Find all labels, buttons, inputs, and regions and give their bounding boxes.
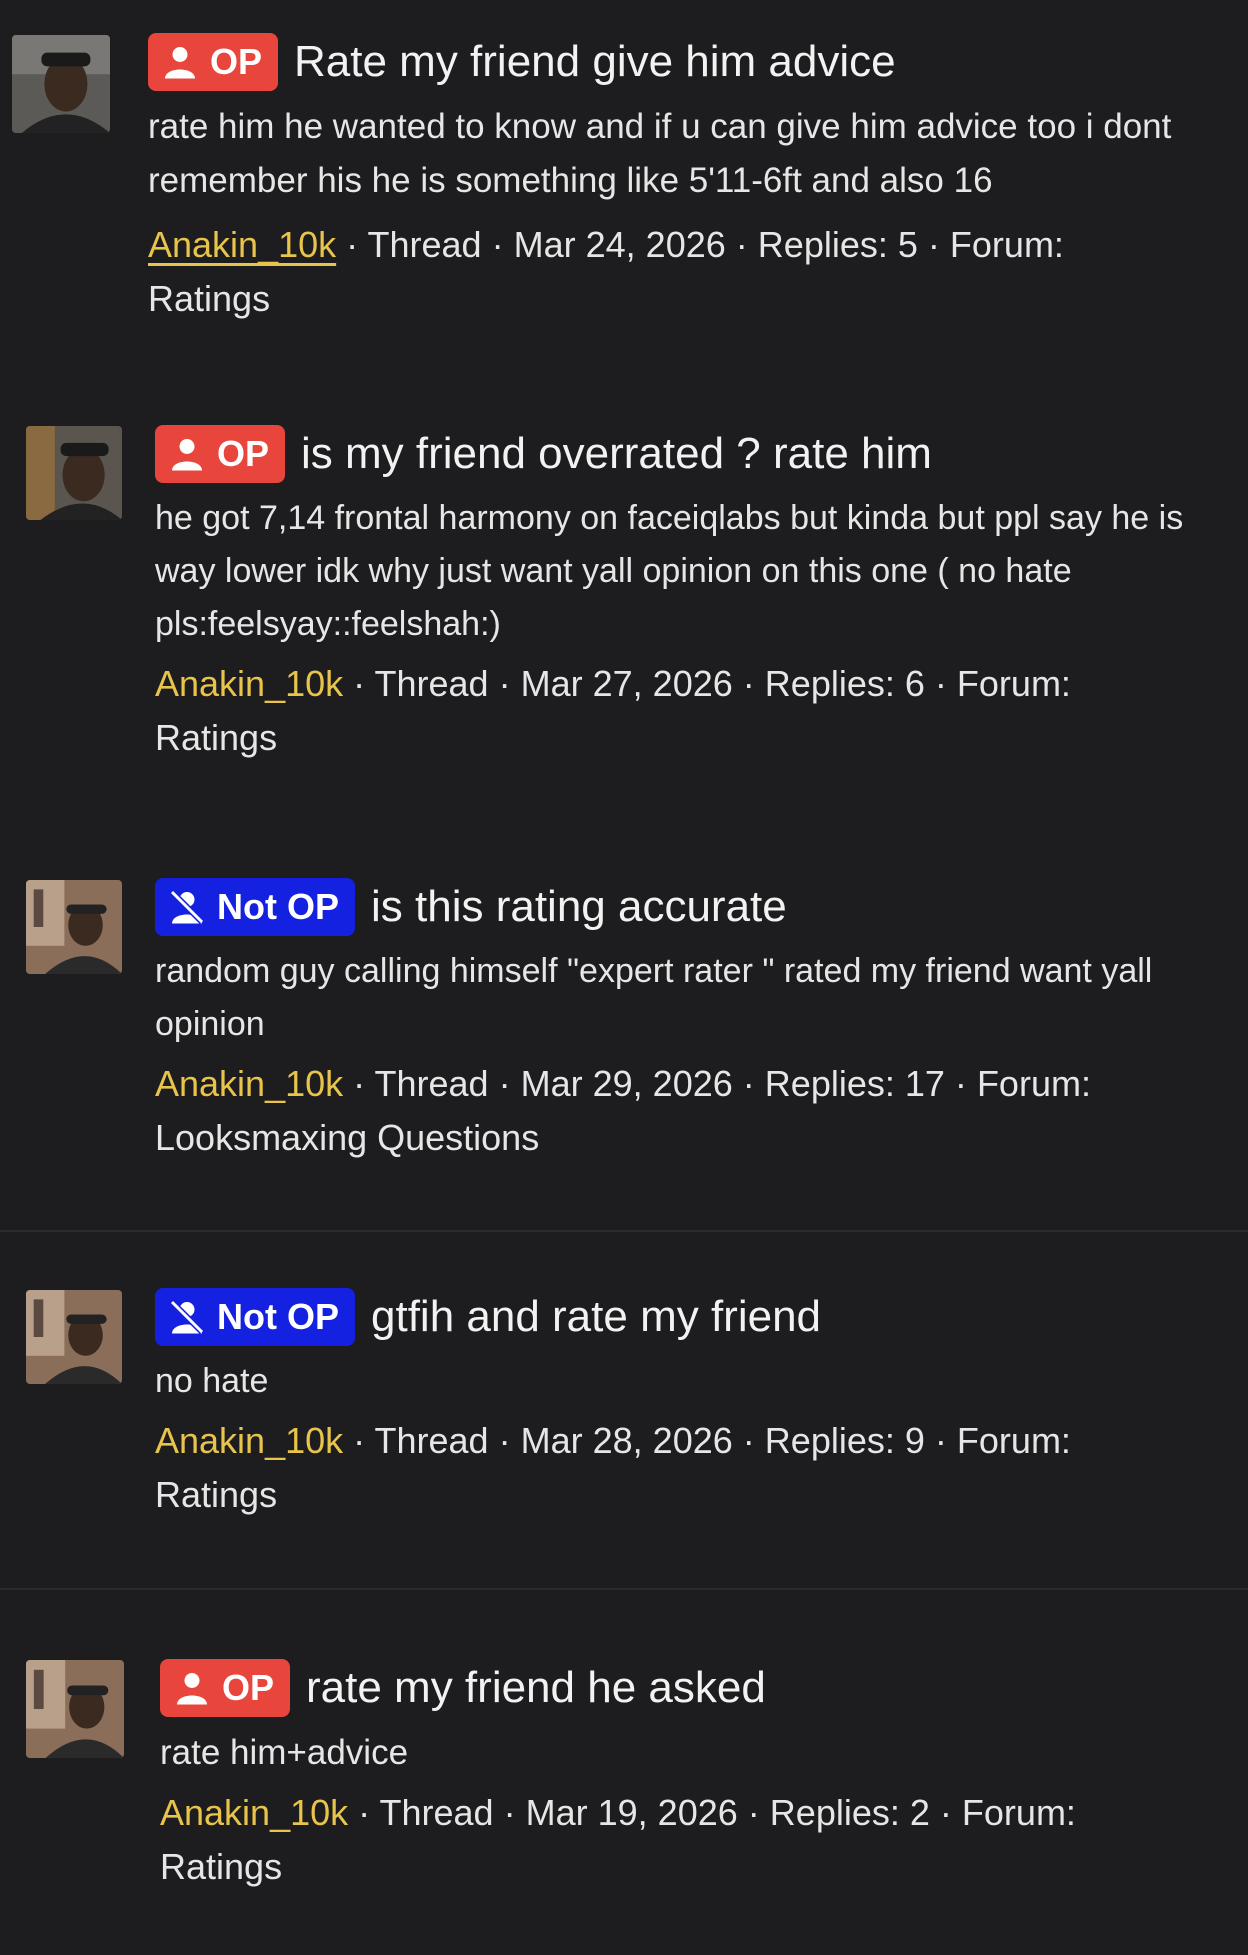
thread-meta: Anakin_10k · Thread · Mar 28, 2026 · Rep…: [155, 1414, 1195, 1522]
thread-item[interactable]: Not OP is this rating accurate random gu…: [0, 855, 1248, 1225]
thread-date: Mar 29, 2026: [520, 1063, 733, 1104]
thread-snippet: no hate: [155, 1362, 269, 1400]
separator: ·: [491, 224, 504, 265]
op-badge: OP: [155, 425, 286, 483]
separator: ·: [498, 1420, 511, 1461]
forum-label: Forum:: [956, 663, 1071, 704]
replies-count: Replies: 17: [764, 1063, 945, 1104]
user-icon: [169, 436, 205, 472]
thread-type: Thread: [374, 1420, 489, 1461]
thread-meta: Anakin_10k · Thread · Mar 29, 2026 · Rep…: [155, 1057, 1215, 1165]
avatar[interactable]: [26, 880, 122, 974]
avatar[interactable]: [26, 1660, 124, 1758]
thread-title[interactable]: Rate my friend give him advice: [294, 37, 896, 87]
author-link[interactable]: Anakin_10k: [160, 1792, 348, 1833]
thread-type: Thread: [374, 663, 489, 704]
replies-count: Replies: 5: [757, 224, 918, 265]
replies-count: Replies: 6: [764, 663, 925, 704]
forum-label: Forum:: [956, 1420, 1071, 1461]
thread-snippet: he got 7,14 frontal harmony on faceiqlab…: [155, 499, 1193, 643]
thread-item[interactable]: OP rate my friend he asked rate him+advi…: [0, 1630, 1248, 1955]
separator: ·: [498, 663, 511, 704]
forum-label: Forum:: [949, 224, 1064, 265]
thread-date: Mar 28, 2026: [520, 1420, 733, 1461]
forum-label: Forum:: [961, 1792, 1076, 1833]
divider: [0, 1230, 1248, 1232]
separator: ·: [934, 663, 947, 704]
thread-snippet: rate him he wanted to know and if u can …: [148, 107, 1182, 200]
op-badge: OP: [148, 33, 279, 91]
thread-snippet: random guy calling himself "expert rater…: [155, 952, 1162, 1043]
separator: ·: [954, 1063, 967, 1104]
thread-type: Thread: [367, 224, 482, 265]
separator: ·: [503, 1792, 516, 1833]
forum-name[interactable]: Ratings: [160, 1846, 282, 1887]
user-slash-icon: [169, 889, 205, 925]
badge-label: Not OP: [217, 1296, 339, 1337]
user-icon: [174, 1670, 210, 1706]
avatar[interactable]: [26, 426, 122, 520]
thread-meta: Anakin_10k · Thread · Mar 24, 2026 · Rep…: [148, 218, 1208, 326]
thread-date: Mar 27, 2026: [520, 663, 733, 704]
thread-snippet: rate him+advice: [160, 1733, 409, 1772]
separator: ·: [358, 1792, 371, 1833]
op-badge: OP: [160, 1659, 291, 1717]
not-op-badge: Not OP: [155, 878, 355, 936]
separator: ·: [498, 1063, 511, 1104]
separator: ·: [742, 1063, 755, 1104]
badge-label: Not OP: [217, 886, 339, 927]
author-link[interactable]: Anakin_10k: [155, 1063, 343, 1104]
thread-date: Mar 19, 2026: [525, 1792, 738, 1833]
thread-date: Mar 24, 2026: [513, 224, 726, 265]
forum-name[interactable]: Looksmaxing Questions: [155, 1117, 539, 1158]
user-icon: [162, 44, 198, 80]
author-link[interactable]: Anakin_10k: [155, 663, 343, 704]
forum-name[interactable]: Ratings: [155, 717, 277, 758]
separator: ·: [353, 663, 366, 704]
badge-label: OP: [217, 433, 270, 474]
thread-item[interactable]: OP Rate my friend give him advice rate h…: [0, 0, 1248, 350]
user-slash-icon: [169, 1299, 205, 1335]
separator: ·: [742, 1420, 755, 1461]
separator: ·: [927, 224, 940, 265]
thread-meta: Anakin_10k · Thread · Mar 19, 2026 · Rep…: [160, 1786, 1220, 1894]
avatar[interactable]: [26, 1290, 122, 1384]
thread-title[interactable]: rate my friend he asked: [306, 1663, 766, 1713]
forum-name[interactable]: Ratings: [148, 278, 270, 319]
thread-type: Thread: [374, 1063, 489, 1104]
separator: ·: [939, 1792, 952, 1833]
divider: [0, 1588, 1248, 1590]
separator: ·: [747, 1792, 760, 1833]
thread-type: Thread: [379, 1792, 494, 1833]
forum-label: Forum:: [976, 1063, 1091, 1104]
separator: ·: [934, 1420, 947, 1461]
separator: ·: [735, 224, 748, 265]
replies-count: Replies: 2: [769, 1792, 930, 1833]
badge-label: OP: [222, 1667, 275, 1708]
thread-meta: Anakin_10k · Thread · Mar 27, 2026 · Rep…: [155, 657, 1195, 765]
separator: ·: [742, 663, 755, 704]
not-op-badge: Not OP: [155, 1288, 355, 1346]
author-link[interactable]: Anakin_10k: [148, 224, 336, 265]
forum-name[interactable]: Ratings: [155, 1474, 277, 1515]
thread-title[interactable]: is my friend overrated ? rate him: [301, 429, 932, 479]
separator: ·: [346, 224, 359, 265]
badge-label: OP: [210, 41, 263, 82]
thread-title[interactable]: is this rating accurate: [371, 882, 787, 932]
thread-item[interactable]: Not OP gtfih and rate my friend no hate …: [0, 1265, 1248, 1585]
thread-item[interactable]: OP is my friend overrated ? rate him he …: [0, 400, 1248, 830]
separator: ·: [353, 1420, 366, 1461]
thread-title[interactable]: gtfih and rate my friend: [371, 1292, 821, 1342]
avatar[interactable]: [12, 35, 110, 133]
author-link[interactable]: Anakin_10k: [155, 1420, 343, 1461]
separator: ·: [353, 1063, 366, 1104]
replies-count: Replies: 9: [764, 1420, 925, 1461]
